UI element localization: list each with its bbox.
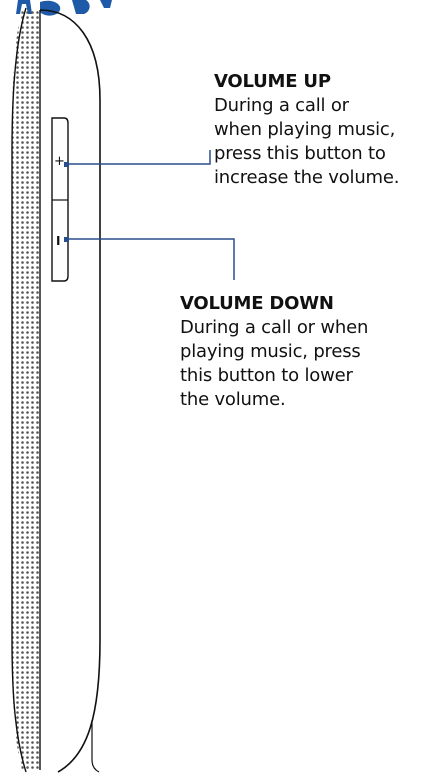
speaker-grille [12, 10, 40, 770]
volume-minus-mark: I [56, 234, 60, 248]
volume-down-callout: VOLUME DOWN During a call or when playin… [180, 292, 410, 412]
device-bottom-notch [91, 720, 100, 773]
volume-up-callout: VOLUME UP During a call or when playing … [214, 70, 419, 190]
volume-down-description: During a call or when playing music, pre… [180, 317, 369, 410]
volume-down-leader-anchor [64, 237, 69, 242]
device-side-diagram: + I VOLUME UP During a call or when play… [0, 0, 422, 773]
device-back-profile [39, 9, 101, 773]
volume-down-leader-line [64, 238, 235, 280]
volume-plus-mark: + [54, 154, 65, 169]
volume-up-description: During a call or when playing music, pre… [214, 95, 400, 188]
volume-up-title: VOLUME UP [214, 71, 331, 92]
volume-up-leader-line [64, 150, 211, 165]
volume-down-title: VOLUME DOWN [180, 293, 334, 314]
